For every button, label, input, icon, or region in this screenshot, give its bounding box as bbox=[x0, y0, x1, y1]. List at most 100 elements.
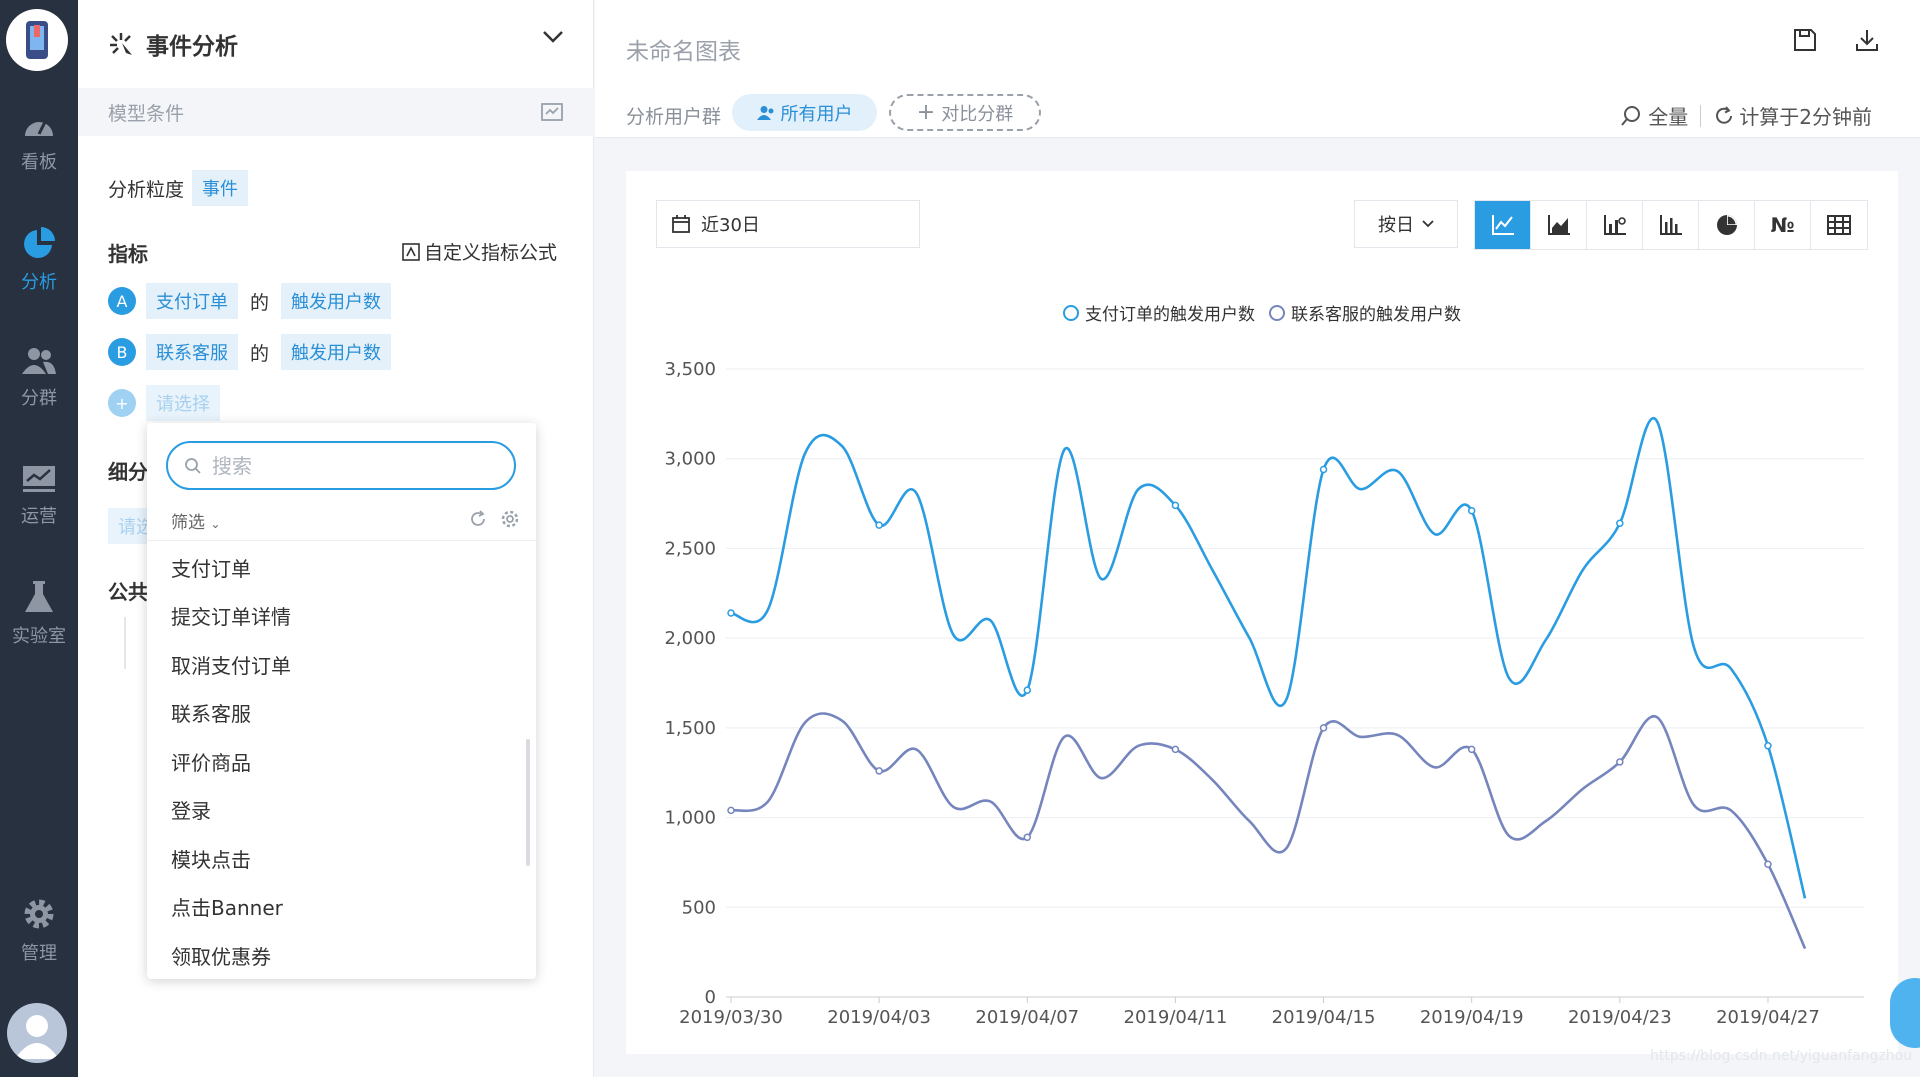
search-icon[interactable] bbox=[1620, 105, 1642, 127]
y-tick-label: 500 bbox=[682, 897, 716, 918]
y-tick-label: 1,000 bbox=[664, 808, 716, 829]
chevron-down-icon[interactable] bbox=[542, 30, 564, 44]
event-option[interactable]: 点击Banner bbox=[147, 883, 536, 932]
event-option[interactable]: 模块点击 bbox=[147, 834, 536, 883]
metric-measure-b[interactable]: 触发用户数 bbox=[281, 334, 392, 370]
avatar[interactable] bbox=[7, 1003, 67, 1063]
save-model-icon[interactable] bbox=[540, 101, 564, 123]
event-option[interactable]: 评价商品 bbox=[147, 737, 536, 786]
chart-card: 近30日 按日 № 支付订单的触发用户数 联系客服的触发用户数 0 500 1,… bbox=[626, 171, 1898, 1054]
main-nav: 看板 分析 分群 运营 实验室 管理 bbox=[0, 0, 78, 1077]
event-search-box[interactable] bbox=[166, 441, 516, 490]
nav-item-lab[interactable]: 实验室 bbox=[0, 580, 78, 648]
analysis-type-title: 事件分析 bbox=[146, 34, 238, 60]
event-option[interactable]: 支付订单 bbox=[147, 543, 536, 592]
breakdown-title: 细分 bbox=[108, 460, 148, 484]
crowd-pill[interactable]: 所有用户 bbox=[732, 94, 877, 131]
nav-label-operation: 运营 bbox=[21, 506, 57, 527]
nav-item-analysis[interactable]: 分析 bbox=[0, 226, 78, 294]
nav-item-operation[interactable]: 运营 bbox=[0, 464, 78, 528]
search-icon bbox=[185, 457, 201, 474]
help-assistant-button[interactable] bbox=[1890, 978, 1920, 1048]
model-conditions-label: 模型条件 bbox=[108, 102, 185, 125]
nav-item-segment[interactable]: 分群 bbox=[0, 346, 78, 410]
chart-title[interactable]: 未命名图表 bbox=[626, 32, 741, 66]
save-icon[interactable] bbox=[1792, 27, 1818, 53]
flask-icon bbox=[25, 581, 53, 612]
nav-label-analysis: 分析 bbox=[21, 272, 57, 293]
app-logo[interactable] bbox=[6, 9, 68, 71]
list-scrollbar[interactable] bbox=[526, 739, 530, 866]
event-spark-icon bbox=[110, 33, 132, 55]
crowd-pill-label: 所有用户 bbox=[780, 103, 853, 125]
y-tick-label: 2,500 bbox=[664, 538, 716, 559]
x-tick-label: 2019/03/30 bbox=[679, 1007, 783, 1028]
data-point bbox=[1023, 686, 1032, 694]
data-point bbox=[1023, 833, 1032, 842]
event-option[interactable]: 联系客服 bbox=[147, 689, 536, 738]
granularity-tag[interactable]: 事件 bbox=[192, 170, 249, 206]
metrics-title: 指标 bbox=[108, 242, 148, 266]
data-point bbox=[875, 767, 883, 775]
series-line-2 bbox=[730, 712, 1807, 950]
user-group-icon bbox=[756, 105, 773, 120]
event-search-input[interactable] bbox=[212, 453, 492, 478]
nav-item-admin[interactable]: 管理 bbox=[0, 897, 78, 965]
metrics-header: 指标 bbox=[108, 238, 148, 267]
x-tick-label: 2019/04/07 bbox=[975, 1007, 1079, 1028]
top-actions bbox=[1792, 27, 1880, 53]
divider bbox=[124, 617, 126, 669]
metric-event-b[interactable]: 联系客服 bbox=[146, 334, 238, 370]
nav-label-segment: 分群 bbox=[21, 388, 57, 409]
metric-badge-b: B bbox=[108, 338, 136, 366]
metric-row-a: A 支付订单 的 触发用户数 bbox=[108, 283, 392, 319]
pie-chart-icon bbox=[24, 227, 55, 258]
metric-row-add: + 请选择 bbox=[108, 385, 220, 421]
scope-label[interactable]: 全量 bbox=[1648, 101, 1688, 130]
metric-event-a[interactable]: 支付订单 bbox=[146, 283, 238, 319]
x-tick-label: 2019/04/23 bbox=[1568, 1007, 1672, 1028]
users-icon bbox=[22, 348, 56, 374]
y-tick-label: 3,500 bbox=[664, 359, 716, 380]
data-point bbox=[875, 521, 883, 529]
filter-row: 筛选 ⌄ bbox=[147, 501, 536, 541]
settings-icon[interactable] bbox=[500, 509, 520, 529]
crowd-label: 分析用户群 bbox=[626, 106, 722, 128]
event-option[interactable]: 领取优惠券 bbox=[147, 931, 536, 980]
event-picker-dropdown: 筛选 ⌄ 支付订单 提交订单详情 取消支付订单 联系客服 评价商品 登录 模块点… bbox=[147, 423, 536, 979]
filter-dropdown[interactable]: 筛选 ⌄ bbox=[171, 508, 220, 533]
nav-item-dashboard[interactable]: 看板 bbox=[0, 110, 78, 174]
compute-status: 全量 计算于2分钟前 bbox=[1620, 101, 1872, 130]
refresh-icon[interactable] bbox=[468, 509, 488, 529]
data-point bbox=[1319, 724, 1328, 732]
custom-formula-button[interactable]: 自定义指标公式 bbox=[402, 238, 557, 265]
data-point bbox=[1171, 501, 1180, 510]
data-point bbox=[1171, 745, 1180, 754]
line-chart: 0 500 1,000 1,500 2,000 2,500 3,000 3,500 2019/0… bbox=[664, 359, 1864, 1028]
data-point bbox=[1467, 745, 1476, 754]
data-point bbox=[1764, 742, 1772, 750]
data-point bbox=[1319, 465, 1328, 474]
analysis-type-header[interactable]: 事件分析 bbox=[78, 0, 594, 88]
event-option[interactable]: 登录 bbox=[147, 786, 536, 835]
chart-toolbar: 未命名图表 分析用户群 所有用户 + 对比分群 全量 计算于2分钟前 bbox=[595, 0, 1920, 138]
event-option[interactable]: 提交订单详情 bbox=[147, 592, 536, 641]
metric-joiner-a: 的 bbox=[250, 291, 270, 314]
y-tick-label: 0 bbox=[705, 987, 716, 1008]
chevron-down-icon: ⌄ bbox=[210, 517, 221, 531]
metric-badge-a: A bbox=[108, 287, 136, 315]
event-option[interactable]: 取消支付订单 bbox=[147, 640, 536, 689]
trend-monitor-icon bbox=[23, 466, 55, 492]
metric-measure-a[interactable]: 触发用户数 bbox=[281, 283, 392, 319]
download-icon[interactable] bbox=[1854, 27, 1880, 53]
x-tick-label: 2019/04/03 bbox=[827, 1007, 931, 1028]
add-metric-icon[interactable]: + bbox=[108, 389, 136, 417]
add-metric-select[interactable]: 请选择 bbox=[146, 385, 220, 421]
x-tick-label: 2019/04/15 bbox=[1272, 1007, 1376, 1028]
refresh-icon[interactable] bbox=[1713, 105, 1735, 127]
event-option-list: 支付订单 提交订单详情 取消支付订单 联系客服 评价商品 登录 模块点击 点击B… bbox=[147, 543, 536, 980]
x-tick-label: 2019/04/11 bbox=[1124, 1007, 1228, 1028]
nav-label-admin: 管理 bbox=[21, 943, 57, 964]
metric-row-b: B 联系客服 的 触发用户数 bbox=[108, 334, 392, 370]
compare-segment-button[interactable]: + 对比分群 bbox=[889, 94, 1041, 131]
